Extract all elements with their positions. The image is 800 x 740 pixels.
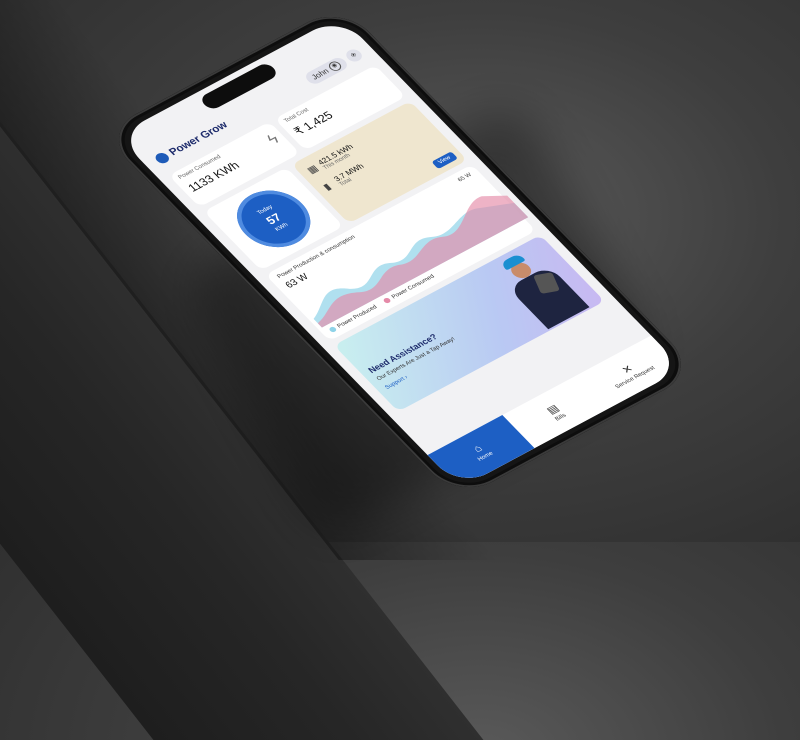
chart-peak-value: 65 W: [456, 172, 474, 184]
notification-icon[interactable]: ⍟: [343, 47, 365, 64]
logo-icon: [152, 151, 172, 166]
user-name: John: [309, 66, 331, 81]
home-icon: ⌂: [471, 442, 486, 455]
view-button[interactable]: View: [431, 151, 459, 170]
today-ring: Today 57 KWh: [222, 179, 326, 258]
engineer-image: [484, 242, 598, 332]
